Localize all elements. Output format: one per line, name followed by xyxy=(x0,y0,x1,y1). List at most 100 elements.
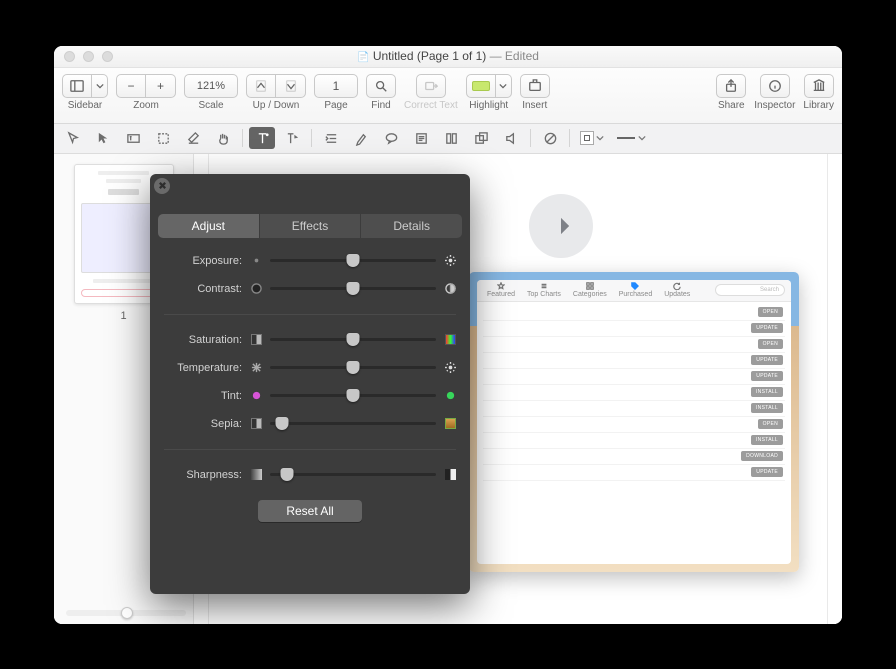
arrow-icon[interactable] xyxy=(90,127,116,149)
thumb-scrollbar[interactable] xyxy=(66,610,186,616)
slider-label: Saturation: xyxy=(164,334,242,346)
app-action-button[interactable]: INSTALL xyxy=(751,435,783,445)
insert-button[interactable] xyxy=(520,74,550,98)
close-dot[interactable] xyxy=(64,51,75,62)
circle-half-r-icon xyxy=(444,283,456,295)
highlight-button[interactable] xyxy=(466,74,496,98)
zoom-label: Zoom xyxy=(133,100,159,111)
share-button[interactable] xyxy=(716,74,746,98)
nosign-icon[interactable] xyxy=(537,127,563,149)
slider-track[interactable] xyxy=(270,259,436,262)
page-label: Page xyxy=(324,100,347,111)
app-row: OPEN xyxy=(483,337,785,353)
sq-sepia-icon xyxy=(444,418,456,430)
app-action-button[interactable]: OPEN xyxy=(758,419,783,429)
appstore-tab-categories[interactable]: Categories xyxy=(573,282,607,298)
layers-icon[interactable] xyxy=(468,127,494,149)
slider-temperature[interactable]: Temperature: xyxy=(164,359,456,377)
app-action-button[interactable]: DOWNLOAD xyxy=(741,451,783,461)
sq-bw-icon xyxy=(250,334,262,346)
app-row: INSTALL xyxy=(483,433,785,449)
updown-label: Up / Down xyxy=(253,100,300,111)
highlight-menu[interactable] xyxy=(496,74,512,98)
page-icon[interactable] xyxy=(408,127,434,149)
popover-tab-effects[interactable]: Effects xyxy=(260,214,362,238)
sidebar-button[interactable] xyxy=(62,74,92,98)
library-button[interactable] xyxy=(804,74,834,98)
appstore-search[interactable]: Search xyxy=(715,284,785,296)
page-down-button[interactable] xyxy=(276,74,306,98)
slider-tint[interactable]: Tint: xyxy=(164,387,456,405)
slider-track[interactable] xyxy=(270,394,436,397)
stroke-style-dropdown[interactable] xyxy=(576,127,608,149)
app-action-button[interactable]: OPEN xyxy=(758,339,783,349)
snow-icon xyxy=(250,362,262,374)
sun-dim-icon xyxy=(250,255,262,267)
indent-icon[interactable] xyxy=(318,127,344,149)
title-name: Untitled (Page 1 of 1) xyxy=(373,49,486,63)
popover-sliders: Exposure: Contrast: Saturation: Temperature… xyxy=(150,238,470,490)
app-row: DOWNLOAD xyxy=(483,449,785,465)
app-row: UPDATE xyxy=(483,353,785,369)
app-action-button[interactable]: UPDATE xyxy=(751,323,783,333)
line-style-dropdown[interactable] xyxy=(612,127,650,149)
slider-exposure[interactable]: Exposure: xyxy=(164,252,456,270)
window-title: 📄 Untitled (Page 1 of 1) — Edited xyxy=(357,49,539,63)
app-row: OPEN xyxy=(483,305,785,321)
app-row: UPDATE xyxy=(483,321,785,337)
slider-saturation[interactable]: Saturation: xyxy=(164,331,456,349)
appstore-tab-top-charts[interactable]: Top Charts xyxy=(527,282,561,298)
doc-icon: 📄 xyxy=(357,52,369,63)
app-action-button[interactable]: OPEN xyxy=(758,307,783,317)
textbox-icon[interactable] xyxy=(120,127,146,149)
share-label: Share xyxy=(718,100,745,111)
slider-track[interactable] xyxy=(270,422,436,425)
zoom-out-button[interactable]: − xyxy=(116,74,146,98)
popover-tab-details[interactable]: Details xyxy=(361,214,462,238)
marquee-icon[interactable] xyxy=(150,127,176,149)
inspector-button[interactable] xyxy=(760,74,790,98)
appstore-tab-featured[interactable]: Featured xyxy=(487,282,515,298)
slider-track[interactable] xyxy=(270,338,436,341)
min-dot[interactable] xyxy=(83,51,94,62)
slider-track[interactable] xyxy=(270,287,436,290)
cursor-icon[interactable] xyxy=(60,127,86,149)
page-up-button[interactable] xyxy=(246,74,276,98)
slider-sepia[interactable]: Sepia: xyxy=(164,415,456,433)
hand-icon[interactable] xyxy=(210,127,236,149)
reset-all-button[interactable]: Reset All xyxy=(258,500,361,522)
popover-tabs: AdjustEffectsDetails xyxy=(158,214,462,238)
appstore-tab-purchased[interactable]: Purchased xyxy=(619,282,652,298)
eraser-icon[interactable] xyxy=(180,127,206,149)
app-action-button[interactable]: INSTALL xyxy=(751,403,783,413)
slider-track[interactable] xyxy=(270,366,436,369)
sharp-icon xyxy=(444,469,456,481)
text-tool-icon[interactable] xyxy=(249,127,275,149)
sq-rainbow-icon xyxy=(444,334,456,346)
scale-value[interactable]: 121% xyxy=(184,74,238,98)
sidebar-menu[interactable] xyxy=(92,74,108,98)
marker-icon[interactable] xyxy=(348,127,374,149)
toolbar: Sidebar − + Zoom 121% Scale Up / Down 1 xyxy=(54,68,842,124)
app-action-button[interactable]: UPDATE xyxy=(751,355,783,365)
app-action-button[interactable]: UPDATE xyxy=(751,371,783,381)
app-action-button[interactable]: INSTALL xyxy=(751,387,783,397)
find-button[interactable] xyxy=(366,74,396,98)
speaker-icon[interactable] xyxy=(498,127,524,149)
slider-track[interactable] xyxy=(270,473,436,476)
app-action-button[interactable]: UPDATE xyxy=(751,467,783,477)
blur-icon xyxy=(250,469,262,481)
page-input[interactable]: 1 xyxy=(314,74,358,98)
appstore-tab-updates[interactable]: Updates xyxy=(664,282,690,298)
correct-text-label: Correct Text xyxy=(404,100,458,111)
popover-tab-adjust[interactable]: Adjust xyxy=(158,214,260,238)
columns-icon[interactable] xyxy=(438,127,464,149)
slider-label: Temperature: xyxy=(164,362,242,374)
popover-close-button[interactable] xyxy=(154,178,170,194)
slider-contrast[interactable]: Contrast: xyxy=(164,280,456,298)
comment-icon[interactable] xyxy=(378,127,404,149)
slider-sharpness[interactable]: Sharpness: xyxy=(164,466,456,484)
max-dot[interactable] xyxy=(102,51,113,62)
text-cursor-icon[interactable] xyxy=(279,127,305,149)
zoom-in-button[interactable]: + xyxy=(146,74,176,98)
